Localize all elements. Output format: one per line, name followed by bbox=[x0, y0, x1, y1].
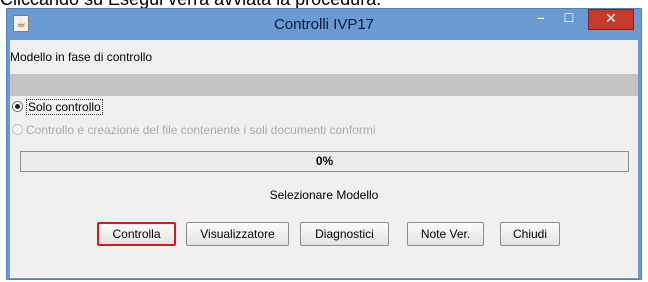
radio-label: Controllo e creazione del file contenent… bbox=[26, 123, 376, 137]
note-ver-button[interactable]: Note Ver. bbox=[407, 222, 484, 246]
progress-bar: 0% bbox=[20, 151, 629, 172]
document-caption: Cliccando su Esegui verrà avviata la pro… bbox=[0, 0, 648, 8]
status-text: Selezionare Modello bbox=[269, 188, 379, 202]
caption-text: Cliccando su Esegui verrà avviata la pro… bbox=[0, 0, 381, 8]
radio-label: Solo controllo bbox=[26, 99, 103, 115]
title-bar[interactable]: ☕ Controlli IVP17 – ☐ ✕ bbox=[7, 9, 641, 39]
section-label: Modello in fase di controllo bbox=[10, 50, 153, 64]
progress-label: 0% bbox=[315, 154, 334, 168]
chiudi-button[interactable]: Chiudi bbox=[500, 222, 560, 246]
diagnostici-button[interactable]: Diagnostici bbox=[300, 222, 389, 246]
model-display-band bbox=[10, 74, 638, 96]
visualizzatore-button[interactable]: Visualizzatore bbox=[186, 222, 289, 246]
maximize-button[interactable]: ☐ bbox=[555, 9, 583, 30]
close-button[interactable]: ✕ bbox=[588, 9, 634, 30]
radio-selected-icon[interactable] bbox=[12, 101, 23, 112]
minimize-button[interactable]: – bbox=[527, 9, 555, 30]
controlla-button[interactable]: Controlla bbox=[97, 222, 176, 246]
dialog-content: Modello in fase di controllo Solo contro… bbox=[10, 40, 638, 278]
dialog-window: ☕ Controlli IVP17 – ☐ ✕ Modello in fase … bbox=[6, 8, 642, 280]
radio-disabled-icon bbox=[12, 124, 23, 135]
